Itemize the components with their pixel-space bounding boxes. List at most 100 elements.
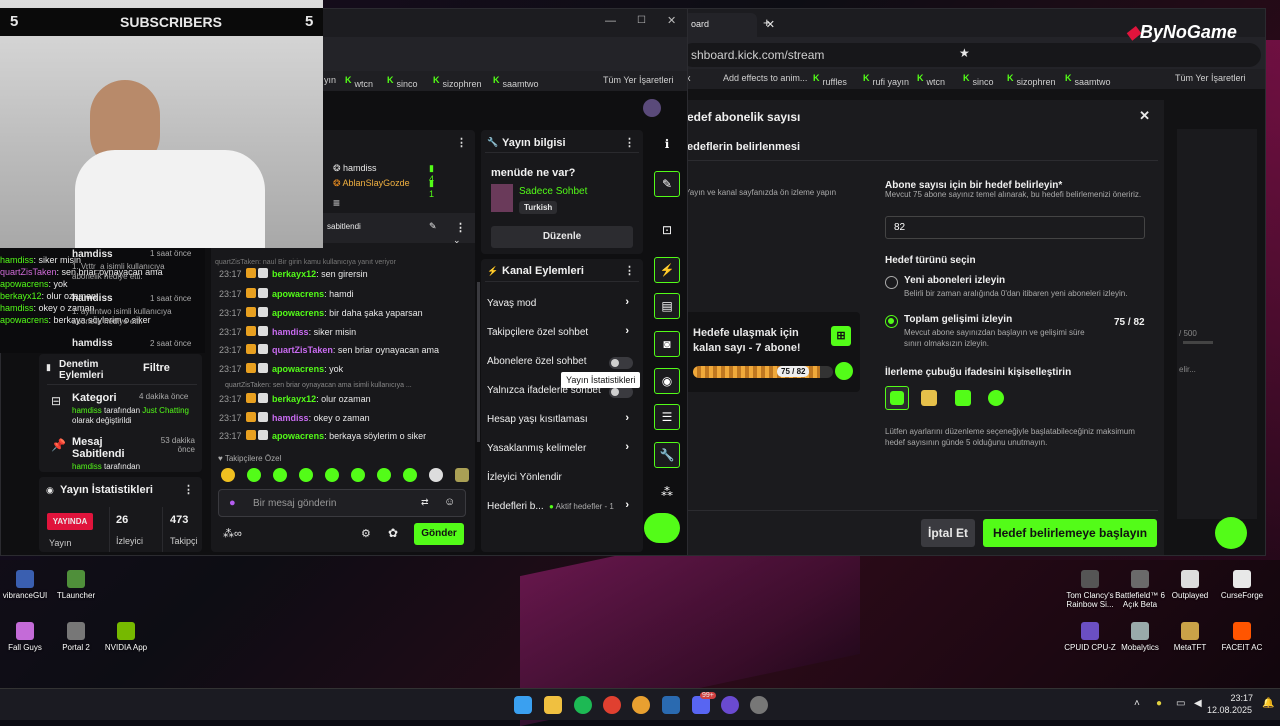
- emote-option-3[interactable]: [955, 390, 971, 406]
- toggle-switch[interactable]: [609, 357, 633, 369]
- desktop-icon-curseforge[interactable]: CurseForge: [1212, 570, 1272, 600]
- channel-action-item[interactable]: Yasaklanmış kelimeler ›: [487, 441, 637, 458]
- chat-message[interactable]: 23:17 hamdiss: okey o zaman: [219, 412, 370, 423]
- more-apps-icon[interactable]: ⁂: [654, 480, 680, 506]
- chevron-up-icon[interactable]: ˄: [1134, 698, 1140, 709]
- app-icon[interactable]: [750, 696, 768, 714]
- chat-icon[interactable]: ◙: [654, 331, 680, 357]
- broadcast-icon[interactable]: ◉: [654, 368, 680, 394]
- translate-icon[interactable]: ⇄: [421, 497, 429, 508]
- channel-action-item[interactable]: Hedefleri b... ● Aktif hedefler - 1 ›: [487, 499, 637, 516]
- channel-action-item[interactable]: Yavaş mod ›: [487, 296, 637, 313]
- emote-option-2[interactable]: [921, 390, 937, 406]
- emoji-icon[interactable]: ☺: [444, 496, 455, 508]
- minimize-icon[interactable]: —: [605, 15, 616, 27]
- brand-logo: ◆ByNoGame: [1126, 22, 1237, 42]
- category-icon: ⊟: [51, 394, 62, 408]
- goal-preview-card: Hedefe ulaşmak için kalan sayı - 7 abone…: [685, 312, 860, 392]
- chat-menu-icon[interactable]: ⋮: [456, 136, 467, 149]
- chat-message[interactable]: 23:17 quartZisTaken: sen briar oynayacan…: [219, 344, 439, 355]
- close-modal-icon[interactable]: ✕: [1139, 108, 1150, 124]
- more-icon[interactable]: ⋮: [624, 264, 635, 277]
- chrome-icon[interactable]: [603, 696, 621, 714]
- expand-icon[interactable]: ≡: [333, 196, 340, 210]
- chat-message[interactable]: 23:17 apowacrens: yok: [219, 363, 343, 374]
- pinned-message: sabitlendi ✎ ⋮ ⌄: [321, 213, 475, 246]
- maximize-icon[interactable]: ☐: [637, 15, 646, 26]
- chat-message[interactable]: 23:17 apowacrens: hamdi: [219, 288, 354, 299]
- channel-action-item[interactable]: İzleyici Yönlendir: [487, 471, 637, 487]
- explorer-icon[interactable]: [544, 696, 562, 714]
- chat-message[interactable]: 23:17 hamdiss: siker misin: [219, 326, 356, 337]
- gift-icon: ⊞: [831, 326, 851, 346]
- app-icon[interactable]: [721, 696, 739, 714]
- address-bar[interactable]: shboard.kick.com/stream: [681, 43, 1261, 67]
- close-window-icon[interactable]: ✕: [667, 14, 676, 27]
- chat-message[interactable]: 23:17 apowacrens: berkaya söylerim o sik…: [219, 430, 426, 441]
- goal-modal: edef abonelik sayısı ✕ edeflerin belirle…: [677, 100, 1164, 555]
- chevron-right-icon: ›: [625, 296, 629, 308]
- live-badge: YAYINDA: [47, 513, 93, 530]
- modal-subtitle: edeflerin belirlenmesi: [687, 141, 801, 153]
- browser-tab[interactable]: oard ✕: [683, 13, 775, 37]
- taskbar: 99+ ˄ ● ▭ ◀ 23:17 12.08.2025 🔔: [0, 688, 1280, 720]
- channel-actions-panel: ⚡ Kanal Eylemleri ⋮ Yavaş mod › Takipçiler…: [481, 259, 643, 552]
- chevron-right-icon: ›: [625, 325, 629, 337]
- gift-icon[interactable]: ✿: [388, 526, 398, 540]
- channel-action-item[interactable]: Takipçilere özel sohbet ›: [487, 325, 637, 342]
- emote-option-4[interactable]: [988, 390, 1004, 406]
- edit-icon[interactable]: ✎: [654, 171, 680, 197]
- more-icon[interactable]: ⋮: [183, 483, 194, 496]
- desktop-icon-nvidia-app[interactable]: NVIDIA App: [96, 622, 156, 652]
- preview-description: Yayın ve kanal sayfanızda ön izleme yapı…: [685, 188, 837, 197]
- stream-stats-panel: ◉ Yayın İstatistikleri ⋮ YAYINDA Yayın 2…: [39, 477, 202, 552]
- edit-button[interactable]: Düzenle: [491, 226, 633, 248]
- bookmark-star-icon[interactable]: ★: [959, 46, 970, 60]
- info-icon[interactable]: ℹ: [654, 132, 680, 158]
- steam-icon[interactable]: [662, 696, 680, 714]
- notes-icon[interactable]: ▤: [654, 293, 680, 319]
- pin-icon[interactable]: ✎: [429, 221, 437, 232]
- fab-icon[interactable]: [644, 513, 680, 543]
- new-tab-icon[interactable]: +: [763, 15, 771, 30]
- avatar[interactable]: [643, 99, 661, 117]
- microphone-icon[interactable]: ●: [229, 497, 236, 509]
- bolt-icon[interactable]: ⚡: [654, 257, 680, 283]
- fab-icon[interactable]: [1215, 517, 1247, 549]
- desktop-icon-metatft[interactable]: MetaTFT: [1160, 622, 1220, 652]
- filter-button[interactable]: Filtre: [143, 362, 170, 374]
- microphone-icon[interactable]: ●: [1156, 698, 1162, 709]
- start-icon[interactable]: [514, 696, 532, 714]
- desktop-icon-outplayed[interactable]: Outplayed: [1160, 570, 1220, 600]
- channel-action-item[interactable]: Abonelere özel sohbet: [487, 355, 637, 371]
- layout-icon[interactable]: ☰: [654, 404, 680, 430]
- notification-icon[interactable]: 🔔: [1262, 698, 1274, 709]
- channel-action-item[interactable]: Hesap yaşı kısıtlaması ›: [487, 412, 637, 429]
- points-icon[interactable]: ⁂∞: [223, 527, 242, 540]
- person-body: [75, 150, 265, 248]
- chat-message[interactable]: 23:17 berkayx12: olur ozaman: [219, 393, 371, 404]
- spotify-icon[interactable]: [574, 696, 592, 714]
- send-button[interactable]: Gönder: [414, 523, 464, 545]
- radio-total-progress[interactable]: [885, 315, 898, 328]
- more-icon[interactable]: ⋮: [624, 136, 635, 149]
- emote-option-1[interactable]: [885, 386, 909, 410]
- camera-icon[interactable]: ⊡: [654, 218, 680, 244]
- cancel-button[interactable]: İptal Et: [921, 519, 975, 547]
- radio-new-subs[interactable]: [885, 276, 898, 289]
- desktop-icon-tlauncher[interactable]: TLauncher: [46, 570, 106, 600]
- message-input[interactable]: ● Bir mesaj gönderin ⇄ ☺: [218, 489, 466, 517]
- chevron-down-icon[interactable]: ⌄: [453, 235, 461, 246]
- leaderboard-row: ❂ AblanSlayGozde ▮ 1: [333, 178, 435, 199]
- pin-menu-icon[interactable]: ⋮: [455, 221, 466, 234]
- chevron-right-icon: ›: [625, 412, 629, 424]
- chrome-icon[interactable]: [632, 696, 650, 714]
- chat-message[interactable]: 23:17 apowacrens: bir daha şaka yaparsan: [219, 307, 423, 318]
- wrench-icon[interactable]: 🔧: [654, 442, 680, 468]
- settings-icon[interactable]: ⚙: [361, 527, 371, 540]
- start-goal-button[interactable]: Hedef belirlemeye başlayın: [983, 519, 1157, 547]
- desktop-icon-faceit[interactable]: FACEIT AC: [1212, 622, 1272, 652]
- chat-message[interactable]: 23:17 berkayx12: sen girersin: [219, 268, 368, 279]
- monitor-icon[interactable]: ▭: [1176, 698, 1185, 709]
- target-input[interactable]: 82: [885, 216, 1145, 239]
